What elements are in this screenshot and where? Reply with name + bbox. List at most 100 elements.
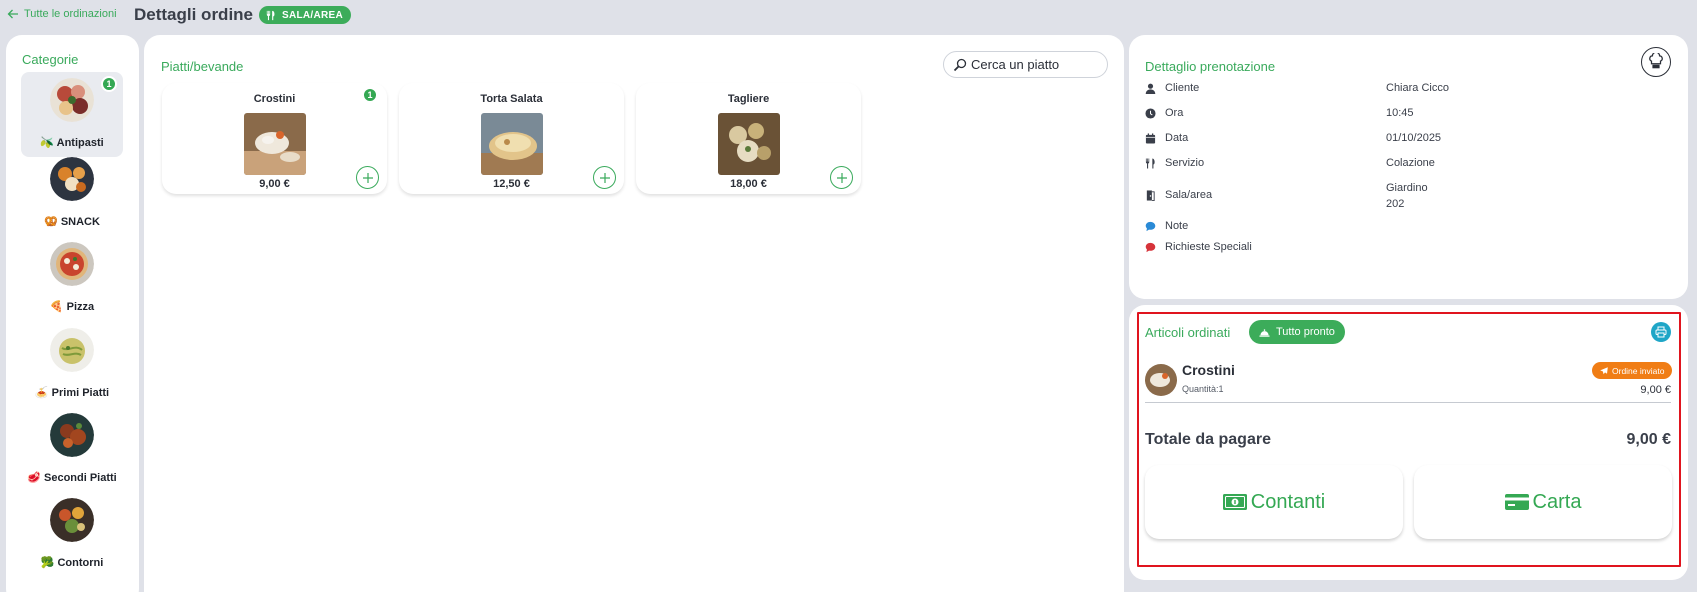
chef-button[interactable] [1641, 47, 1671, 77]
category-image [50, 157, 94, 201]
dishes-title: Piatti/bevande [161, 59, 244, 74]
dishes-panel: Piatti/bevande Crostini 1 9,00 € Torta S… [144, 35, 1124, 592]
reservation-value: Chiara Cicco [1386, 82, 1449, 94]
dish-name: Torta Salata [480, 93, 543, 105]
category-contorni[interactable]: 🥦 Contorni [21, 492, 123, 577]
dish-card-crostini[interactable]: Crostini 1 9,00 € [162, 83, 387, 194]
reservation-label: Sala/area [1165, 189, 1213, 201]
order-status-badge: Ordine inviato [1592, 362, 1673, 379]
utensils-icon [1145, 158, 1155, 169]
cloche-icon [1259, 328, 1270, 337]
total-value: 9,00 € [1626, 431, 1671, 448]
order-item-name: Crostini [1182, 362, 1235, 378]
arrow-left-icon [7, 9, 18, 19]
category-label: 🍝 Primi Piatti [34, 387, 110, 399]
category-image [50, 78, 94, 122]
reservation-label: Cliente [1165, 82, 1200, 94]
pay-card-label: Carta [1532, 490, 1582, 513]
reservation-value: Colazione [1386, 157, 1435, 169]
reservation-value-line2: 202 [1386, 198, 1405, 210]
category-image [50, 328, 94, 372]
page-title: Dettagli ordine [134, 5, 254, 24]
reservation-label: Ora [1165, 107, 1184, 119]
utensils-icon [266, 10, 275, 20]
category-antipasti[interactable]: 1 🫒 Antipasti [21, 72, 123, 157]
category-image [50, 242, 94, 286]
reservation-value: 01/10/2025 [1386, 132, 1442, 144]
room-badge: SALA/AREA [259, 6, 352, 24]
pay-cash-button[interactable]: Contanti [1145, 465, 1403, 539]
order-title: Articoli ordinati [1145, 325, 1231, 340]
categories-panel: Categorie 1 🫒 Antipasti 🥨 SNACK 🍕 Pizza … [6, 35, 139, 592]
chef-hat-icon [1649, 53, 1663, 69]
clock-icon [1145, 108, 1156, 119]
all-ready-label: Tutto pronto [1276, 326, 1335, 338]
add-dish-button[interactable] [830, 166, 853, 189]
reservation-value-line1: Giardino [1386, 182, 1428, 194]
reservation-label: Data [1165, 132, 1189, 144]
total-label: Totale da pagare [1145, 431, 1271, 448]
money-bill-icon [1222, 494, 1247, 510]
dish-card-torta-salata[interactable]: Torta Salata 12,50 € [399, 83, 624, 194]
add-dish-button[interactable] [593, 166, 616, 189]
add-dish-button[interactable] [356, 166, 379, 189]
print-icon [1655, 326, 1667, 338]
category-label: 🍕 Pizza [49, 301, 95, 313]
reservation-value: 10:45 [1386, 107, 1414, 119]
dish-price: 12,50 € [493, 178, 530, 190]
comment-icon [1145, 221, 1156, 232]
user-icon [1145, 83, 1156, 94]
category-image [50, 413, 94, 457]
category-pizza[interactable]: 🍕 Pizza [21, 236, 123, 321]
reservation-label: Servizio [1165, 157, 1205, 169]
room-badge-label: SALA/AREA [282, 9, 344, 21]
search-input[interactable] [971, 57, 1101, 72]
paper-plane-icon [1600, 366, 1608, 374]
all-ready-button[interactable]: Tutto pronto [1249, 320, 1345, 344]
calendar-icon [1145, 133, 1156, 144]
category-label: 🫒 Antipasti [40, 137, 104, 149]
category-label: 🥩 Secondi Piatti [27, 472, 117, 484]
dish-price: 18,00 € [730, 178, 767, 190]
back-link-label: Tutte le ordinazioni [24, 8, 117, 20]
print-button[interactable] [1651, 322, 1671, 342]
reservation-panel: Dettaglio prenotazione Cliente Chiara Ci… [1129, 35, 1688, 299]
dish-card-tagliere[interactable]: Tagliere 18,00 € [636, 83, 861, 194]
reservation-value: Giardino 202 [1386, 180, 1428, 212]
credit-card-icon [1504, 494, 1529, 510]
order-item-price: 9,00 € [1640, 384, 1671, 396]
top-bar: Tutte le ordinazioni Dettagli ordine SAL… [0, 0, 1697, 30]
search-box[interactable] [943, 51, 1108, 78]
category-label: 🥨 SNACK [44, 216, 100, 228]
category-count-badge: 1 [101, 76, 117, 92]
door-icon [1146, 190, 1155, 201]
dish-name: Crostini [253, 93, 296, 105]
dish-image [718, 113, 780, 175]
search-icon [953, 58, 967, 71]
category-snack[interactable]: 🥨 SNACK [21, 151, 123, 236]
reservation-label: Richieste Speciali [1165, 241, 1252, 253]
plus-icon [362, 172, 373, 183]
dish-name: Tagliere [727, 93, 770, 105]
dish-price: 9,00 € [259, 178, 290, 190]
category-primi-piatti[interactable]: 🍝 Primi Piatti [21, 322, 123, 407]
reservation-label: Note [1165, 220, 1189, 232]
pay-card-button[interactable]: Carta [1414, 465, 1672, 539]
category-image [50, 498, 94, 542]
pay-cash-label: Contanti [1250, 490, 1326, 513]
plus-icon [836, 172, 847, 183]
back-link[interactable]: Tutte le ordinazioni [7, 8, 117, 20]
order-panel: Articoli ordinati Tutto pronto Crostini … [1129, 305, 1688, 580]
dish-image [244, 113, 306, 175]
plus-icon [599, 172, 610, 183]
order-item-quantity: Quantità:1 [1182, 384, 1224, 394]
category-label: 🥦 Contorni [40, 557, 104, 569]
reservation-title: Dettaglio prenotazione [1145, 59, 1276, 74]
dish-count-badge: 1 [362, 87, 378, 103]
order-status-label: Ordine inviato [1612, 365, 1665, 376]
order-item-image [1145, 364, 1177, 396]
category-secondi-piatti[interactable]: 🥩 Secondi Piatti [21, 407, 123, 492]
dish-image [481, 113, 543, 175]
categories-title: Categorie [22, 52, 79, 67]
divider [1145, 402, 1671, 403]
